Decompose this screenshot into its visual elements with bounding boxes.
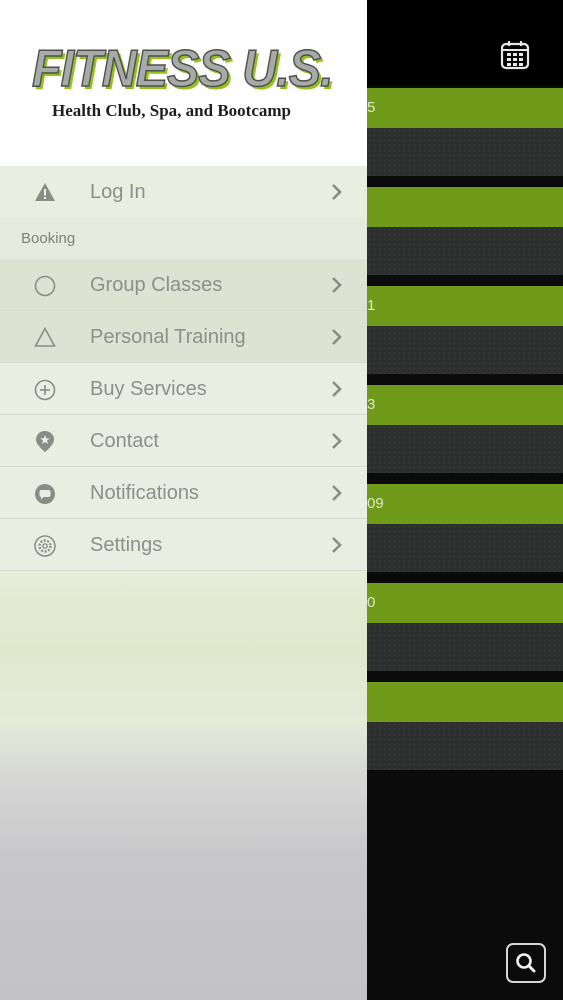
list-item[interactable]: 09 — [367, 484, 563, 524]
list-item-label: 1 — [367, 297, 376, 314]
section-title: Booking — [21, 230, 76, 247]
menu-item-label: Settings — [90, 534, 163, 556]
menu-item-personal-training[interactable]: Personal Training — [0, 311, 367, 363]
menu-item-label: Log In — [90, 181, 146, 203]
menu-item-label: Notifications — [90, 482, 199, 504]
menu-item-label: Group Classes — [90, 274, 223, 296]
gear-icon — [34, 535, 56, 557]
logo-title: FITNESS U.S. — [31, 40, 334, 98]
navigation-drawer: FITNESS U.S. Health Club, Spa, and Bootc… — [0, 0, 367, 1000]
list-item-label: 09 — [367, 495, 384, 512]
circle-icon — [34, 275, 56, 297]
list-item[interactable] — [367, 623, 563, 671]
list-item[interactable]: 5 — [367, 88, 563, 128]
triangle-icon — [34, 326, 56, 347]
section-header-booking: Booking — [0, 217, 367, 259]
chevron-right-icon — [332, 277, 342, 293]
menu-item-label: Personal Training — [90, 326, 246, 348]
list-item-label: 3 — [367, 396, 376, 413]
logo: FITNESS U.S. Health Club, Spa, and Bootc… — [0, 0, 367, 166]
list-item[interactable] — [367, 722, 563, 770]
menu-item-log-in[interactable]: Log In — [0, 166, 367, 218]
background-screen: 5 1 3 09 0 — [367, 0, 563, 1000]
chevron-right-icon — [332, 537, 342, 553]
chevron-right-icon — [332, 184, 342, 200]
chevron-right-icon — [332, 329, 342, 345]
chat-bubble-icon — [35, 484, 55, 504]
chevron-right-icon — [332, 485, 342, 501]
header-bar — [367, 0, 563, 86]
search-icon — [516, 953, 536, 973]
chevron-right-icon — [332, 433, 342, 449]
chevron-right-icon — [332, 381, 342, 397]
list-item[interactable]: 0 — [367, 583, 563, 623]
logo-subtitle: Health Club, Spa, and Bootcamp — [52, 101, 291, 120]
list-item-label: 0 — [367, 594, 376, 611]
menu-item-buy-services[interactable]: Buy Services — [0, 363, 367, 415]
calendar-icon[interactable] — [500, 40, 530, 70]
menu-item-notifications[interactable]: Notifications — [0, 467, 367, 519]
menu-item-contact[interactable]: Contact — [0, 415, 367, 467]
location-pin-icon — [36, 431, 54, 452]
list-item[interactable] — [367, 524, 563, 572]
menu-item-settings[interactable]: Settings — [0, 519, 367, 571]
plus-circle-icon — [34, 379, 56, 401]
menu-item-group-classes[interactable]: Group Classes — [0, 259, 367, 311]
menu-item-label: Contact — [90, 430, 159, 452]
list-item[interactable]: 3 — [367, 385, 563, 425]
list-item-label: 5 — [367, 99, 376, 116]
warning-icon — [35, 183, 55, 201]
list-item[interactable] — [367, 187, 563, 227]
list-item[interactable] — [367, 682, 563, 722]
list-item[interactable]: 1 — [367, 286, 563, 326]
list-item[interactable] — [367, 425, 563, 473]
menu-item-label: Buy Services — [90, 378, 207, 400]
list-item[interactable] — [367, 227, 563, 275]
list-item[interactable] — [367, 128, 563, 176]
search-button[interactable] — [506, 943, 546, 983]
list-item[interactable] — [367, 326, 563, 374]
